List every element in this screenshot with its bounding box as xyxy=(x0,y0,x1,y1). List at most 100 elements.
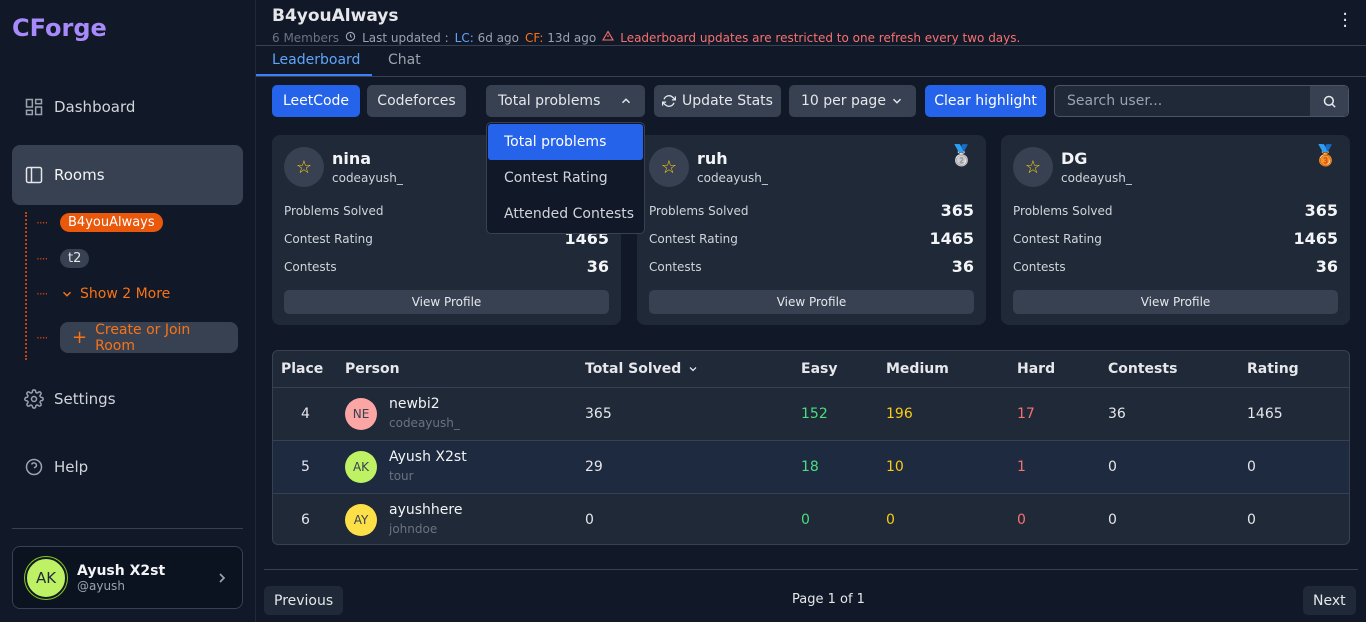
stat-contests: Contests 36 xyxy=(284,257,609,276)
sort-option-attended-contests[interactable]: Attended Contests xyxy=(488,196,643,232)
card-user-name: ruh xyxy=(697,149,728,168)
cell-person-handle: johndoe xyxy=(389,522,438,536)
room-header: B4youAlways 6 Members Last updated : LC:… xyxy=(256,0,1366,46)
sidebar-item-settings[interactable]: Settings xyxy=(12,369,243,429)
create-join-room-button[interactable]: + Create or Join Room xyxy=(60,321,238,354)
room-item-b4youalways[interactable]: ···· B4youAlways xyxy=(36,213,163,232)
sidebar-item-label: Dashboard xyxy=(54,98,136,116)
next-page-button[interactable]: Next xyxy=(1303,586,1356,615)
leetcode-button[interactable]: LeetCode xyxy=(272,85,360,117)
cell-person-handle: codeayush_ xyxy=(389,416,460,430)
show-more-rooms[interactable]: ···· Show 2 More xyxy=(36,286,170,302)
user-profile-card[interactable]: AK Ayush X2st @ayush xyxy=(12,546,243,609)
room-tabs: Leaderboard Chat xyxy=(256,46,1366,77)
avatar: AK xyxy=(25,556,67,599)
stat-label: Problems Solved xyxy=(1013,203,1113,218)
cell-person-name[interactable]: newbi2 xyxy=(389,396,440,412)
stat-value: 36 xyxy=(586,257,609,276)
search-input[interactable] xyxy=(1055,86,1310,116)
stat-value: 365 xyxy=(1304,201,1338,220)
active-tab-indicator xyxy=(256,74,372,76)
per-page-select[interactable]: 10 per page xyxy=(789,85,916,117)
sort-select-value: Total problems xyxy=(498,93,601,109)
table-row[interactable]: 4 NE newbi2 codeayush_ 365 152 196 17 36… xyxy=(273,387,1349,440)
card-user-handle: codeayush_ xyxy=(1061,171,1132,185)
help-icon xyxy=(25,458,43,476)
cell-place: 5 xyxy=(301,459,310,475)
stat-label: Contests xyxy=(649,259,702,274)
column-header-easy: Easy xyxy=(801,361,838,377)
stat-value: 36 xyxy=(951,257,974,276)
stat-rating: Contest Rating 1465 xyxy=(649,229,974,248)
table-row[interactable]: 6 AY ayushhere johndoe 0 0 0 0 0 0 xyxy=(273,493,1349,544)
stat-rating: Contest Rating 1465 xyxy=(1013,229,1338,248)
clear-highlight-button[interactable]: Clear highlight xyxy=(925,85,1046,117)
search-icon xyxy=(1323,95,1336,108)
cell-contests: 36 xyxy=(1108,406,1126,422)
column-header-total-solved[interactable]: Total Solved xyxy=(585,361,699,377)
stat-label: Contest Rating xyxy=(1013,231,1102,246)
top-user-card: ☆ ruh codeayush_ 🥈 Problems Solved 365 Co… xyxy=(637,135,986,325)
stat-value: 1465 xyxy=(1293,229,1338,248)
cell-total-solved: 0 xyxy=(585,512,594,528)
cell-person-name[interactable]: Ayush X2st xyxy=(389,449,467,465)
stat-label: Contests xyxy=(284,259,337,274)
view-profile-button[interactable]: View Profile xyxy=(284,290,609,314)
card-user-name: DG xyxy=(1061,149,1088,168)
stat-label: Contests xyxy=(1013,259,1066,274)
tree-connector: ···· xyxy=(36,251,48,266)
avatar: AK xyxy=(345,451,377,483)
view-profile-button[interactable]: View Profile xyxy=(1013,290,1338,314)
table-row[interactable]: 5 AK Ayush X2st tour 29 18 10 1 0 0 xyxy=(273,440,1349,493)
sort-option-contest-rating[interactable]: Contest Rating xyxy=(488,160,643,196)
sidebar-item-dashboard[interactable]: Dashboard xyxy=(12,77,243,137)
cell-contests: 0 xyxy=(1108,512,1117,528)
cell-person-name[interactable]: ayushhere xyxy=(389,502,462,518)
column-header-medium: Medium xyxy=(886,361,949,377)
card-user-handle: codeayush_ xyxy=(697,171,768,185)
user-handle: @ayush xyxy=(77,578,125,593)
room-chip[interactable]: B4youAlways xyxy=(60,213,163,232)
previous-page-button[interactable]: Previous xyxy=(264,586,344,615)
cell-medium: 10 xyxy=(886,459,904,475)
cell-total-solved: 29 xyxy=(585,459,603,475)
stat-label: Contest Rating xyxy=(649,231,738,246)
sort-option-total-problems[interactable]: Total problems xyxy=(488,124,643,160)
stat-contests: Contests 36 xyxy=(649,257,974,276)
sort-select[interactable]: Total problems xyxy=(486,85,645,117)
card-user-name: nina xyxy=(332,149,372,168)
sidebar-item-label: Settings xyxy=(54,390,116,408)
view-profile-button[interactable]: View Profile xyxy=(649,290,974,314)
sidebar-item-label: Rooms xyxy=(54,166,105,184)
stat-label: Problems Solved xyxy=(649,203,749,218)
column-header-contests: Contests xyxy=(1108,361,1178,377)
sidebar-item-help[interactable]: Help xyxy=(12,437,243,497)
cell-total-solved: 365 xyxy=(585,406,612,422)
create-room-label: Create or Join Room xyxy=(95,321,191,354)
sidebar-divider xyxy=(12,528,243,529)
column-header-rating: Rating xyxy=(1247,361,1299,377)
cell-place: 6 xyxy=(301,512,310,528)
tab-leaderboard[interactable]: Leaderboard xyxy=(272,52,360,68)
sort-chevron-down-icon xyxy=(689,367,697,372)
room-meta: 6 Members Last updated : LC: 6d ago CF: … xyxy=(272,30,1020,45)
room-item-t2[interactable]: ···· t2 xyxy=(36,249,90,268)
top-user-card: ☆ DG codeayush_ 🥉 Problems Solved 365 Con… xyxy=(1001,135,1350,325)
room-tree-line xyxy=(25,212,27,360)
star-icon: ☆ xyxy=(284,147,324,187)
room-chip[interactable]: t2 xyxy=(60,249,90,268)
codeforces-button[interactable]: Codeforces xyxy=(367,85,466,117)
tab-chat[interactable]: Chat xyxy=(388,52,421,68)
bronze-medal-icon: 🥉 xyxy=(1313,143,1338,167)
app-logo[interactable]: CForge xyxy=(12,14,107,42)
update-stats-button[interactable]: Update Stats xyxy=(654,85,781,117)
card-user-handle: codeayush_ xyxy=(332,171,403,185)
more-options-icon[interactable]: · · · xyxy=(1342,6,1348,36)
search-button[interactable] xyxy=(1310,86,1348,116)
cf-updated: 13d ago xyxy=(547,30,597,45)
show-more-button[interactable]: Show 2 More xyxy=(60,286,170,302)
stat-contests: Contests 36 xyxy=(1013,257,1338,276)
sidebar-item-rooms[interactable]: Rooms xyxy=(12,145,243,205)
chevron-down-icon xyxy=(892,98,902,104)
star-icon: ☆ xyxy=(1013,147,1053,187)
